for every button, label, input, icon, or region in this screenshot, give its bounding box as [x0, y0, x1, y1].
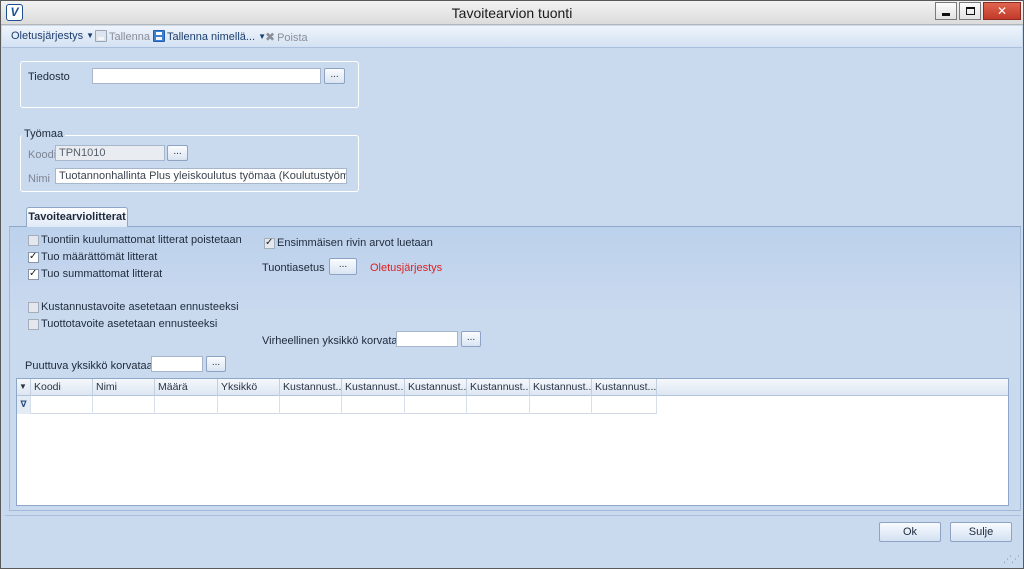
invalid-unit-browse-button[interactable]: ...: [461, 331, 481, 347]
filter-cell[interactable]: [155, 396, 218, 414]
minimize-button[interactable]: [935, 2, 957, 20]
filter-icon[interactable]: ∇: [17, 396, 31, 414]
column-header[interactable]: Nimi: [93, 379, 155, 396]
grid-filter-row[interactable]: ∇: [17, 396, 657, 414]
filter-cell[interactable]: [280, 396, 342, 414]
title-bar: V Tavoitearvion tuonti ✕: [1, 1, 1023, 25]
grid-header-filler: [657, 379, 1008, 396]
window-title: Tavoitearvion tuonti: [451, 5, 573, 21]
filter-cell[interactable]: [93, 396, 155, 414]
save-as-label: Tallenna nimellä...: [167, 31, 256, 43]
first-row-label: Ensimmäisen rivin arvot luetaan: [277, 237, 433, 249]
import-no-quantity-checkbox[interactable]: [28, 251, 39, 263]
missing-unit-input[interactable]: [151, 356, 203, 372]
chevron-down-icon: ▼: [86, 31, 95, 40]
filter-cell[interactable]: [530, 396, 592, 414]
filter-cell[interactable]: [467, 396, 530, 414]
column-chooser-icon[interactable]: ▼: [17, 379, 31, 396]
save-as-dropdown[interactable]: Tallenna nimellä... ▼: [153, 30, 266, 43]
column-header[interactable]: Kustannust...: [592, 379, 657, 396]
first-row-checkbox[interactable]: [264, 237, 275, 249]
import-setting-label: Tuontiasetus: [262, 262, 325, 274]
resize-grip-icon[interactable]: ⋰⋰: [1003, 554, 1020, 565]
minimize-icon: [942, 13, 950, 16]
save-button[interactable]: Tallenna: [95, 30, 150, 43]
filter-cell[interactable]: [31, 396, 93, 414]
column-header[interactable]: Kustannust...: [280, 379, 342, 396]
file-label: Tiedosto: [28, 71, 70, 83]
column-header[interactable]: Kustannust...: [530, 379, 592, 396]
column-header[interactable]: Kustannust...: [342, 379, 405, 396]
file-path-input[interactable]: [92, 68, 321, 84]
site-code-field[interactable]: TPN1010: [55, 145, 165, 161]
filter-cell[interactable]: [592, 396, 657, 414]
cost-target-checkbox[interactable]: [28, 302, 39, 313]
filter-cell[interactable]: [218, 396, 280, 414]
maximize-icon: [965, 7, 975, 15]
site-code-label: Koodi: [28, 149, 57, 161]
revenue-target-label: Tuottotavoite asetetaan ennusteeksi: [41, 318, 218, 330]
filter-cell[interactable]: [405, 396, 467, 414]
import-no-quantity-label: Tuo määrättömät litterat: [41, 251, 158, 263]
invalid-unit-label: Virheellinen yksikkö korvataan: [262, 335, 410, 347]
import-window: V Tavoitearvion tuonti ✕ Oletusjärjestys…: [0, 0, 1024, 569]
import-no-sum-label: Tuo summattomat litterat: [41, 268, 163, 280]
column-header[interactable]: Kustannust...: [405, 379, 467, 396]
close-button[interactable]: Sulje: [950, 522, 1012, 542]
invalid-unit-input[interactable]: [396, 331, 458, 347]
site-name-label: Nimi: [28, 173, 50, 185]
import-setting-browse-button[interactable]: ...: [329, 258, 357, 275]
import-setting-value: Oletusjärjestys: [370, 262, 443, 274]
footer-separator: [5, 515, 1021, 516]
column-header[interactable]: Kustannust...: [467, 379, 530, 396]
missing-unit-browse-button[interactable]: ...: [206, 356, 226, 372]
oletusjarjestys-label: Oletusjärjestys: [11, 30, 84, 42]
toolbar: Oletusjärjestys ▼ Tallenna Tallenna nimel…: [2, 26, 1022, 48]
site-browse-button[interactable]: ...: [167, 145, 188, 161]
file-browse-button[interactable]: ...: [324, 68, 345, 84]
ok-button[interactable]: Ok: [879, 522, 941, 542]
save-label: Tallenna: [109, 31, 150, 43]
missing-unit-label: Puuttuva yksikkö korvataan: [25, 360, 159, 372]
column-header[interactable]: Määrä: [155, 379, 218, 396]
remove-unrelated-label: Tuontiin kuulumattomat litterat poisteta…: [41, 234, 242, 246]
site-group-title: Työmaa: [22, 128, 66, 140]
remove-unrelated-checkbox[interactable]: [28, 235, 39, 246]
save-as-icon: [153, 30, 165, 42]
import-no-sum-checkbox[interactable]: [28, 268, 39, 280]
site-name-field: Tuotannonhallinta Plus yleiskoulutus työ…: [55, 168, 347, 184]
litterat-grid[interactable]: ▼ Koodi Nimi Määrä Yksikkö Kustannust...…: [16, 378, 1009, 506]
oletusjarjestys-dropdown[interactable]: Oletusjärjestys ▼: [11, 30, 94, 42]
delete-icon: ✖: [265, 30, 276, 44]
maximize-button[interactable]: [959, 2, 981, 20]
close-window-button[interactable]: ✕: [983, 2, 1021, 20]
tab-tavoitearviolitterat[interactable]: Tavoitearviolitterat: [26, 207, 128, 227]
delete-label: Poista: [277, 32, 308, 44]
grid-header: ▼ Koodi Nimi Määrä Yksikkö Kustannust...…: [17, 379, 657, 396]
close-icon: ✕: [996, 4, 1008, 18]
delete-button[interactable]: ✖ Poista: [265, 30, 308, 44]
column-header[interactable]: Koodi: [31, 379, 93, 396]
revenue-target-checkbox[interactable]: [28, 319, 39, 330]
save-icon: [95, 30, 107, 42]
column-header[interactable]: Yksikkö: [218, 379, 280, 396]
cost-target-label: Kustannustavoite asetetaan ennusteeksi: [41, 301, 239, 313]
filter-cell[interactable]: [342, 396, 405, 414]
